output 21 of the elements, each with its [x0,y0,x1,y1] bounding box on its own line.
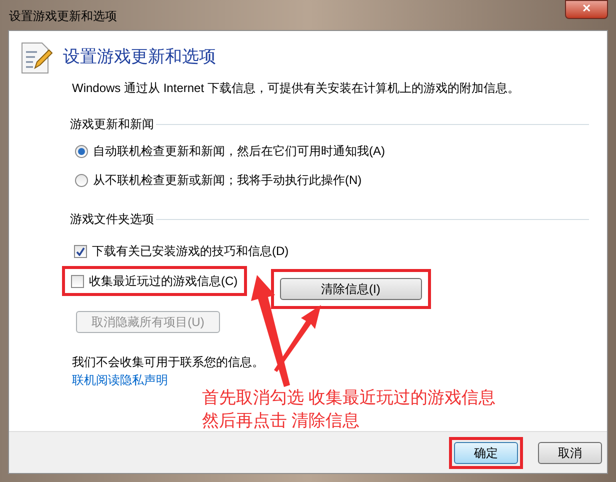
radio-label: 自动联机检查更新和新闻，然后在它们可用时通知我(A) [93,143,385,160]
notepad-pencil-icon [19,40,53,74]
checkbox[interactable] [71,274,84,288]
radio-button[interactable] [75,174,88,186]
radio-label: 从不联机检查更新或新闻；我将手动执行此操作(N) [93,172,362,189]
annotation-text: 然后再点击 清除信息 [202,410,361,432]
description-text: Windows 通过从 Internet 下载信息，可提供有关安装在计算机上的游戏的附加信息。 [72,80,520,97]
privacy-link[interactable]: 联机阅读隐私声明 [72,373,168,387]
dialog-button[interactable]: 取消 [538,442,602,464]
annotation-text: 首先取消勾选 收集最近玩过的游戏信息 [202,387,496,409]
section-heading: 游戏文件夹选项 [70,211,154,228]
dialog-heading: 设置游戏更新和选项 [63,46,216,68]
radio-button[interactable] [75,144,88,158]
section-heading: 游戏更新和新闻 [70,116,154,133]
clear-info-button[interactable]: 清除信息(I) [280,278,422,300]
checkbox-label: 下载有关已安装游戏的技巧和信息(D) [92,243,289,260]
window-title: 设置游戏更新和选项 [9,8,117,25]
dialog-button[interactable]: 确定 [454,442,518,464]
checkbox-label: 收集最近玩过的游戏信息(C) [89,273,238,290]
checkbox[interactable] [74,244,87,258]
privacy-text: 我们不会收集可用于联系您的信息。 [72,354,265,371]
